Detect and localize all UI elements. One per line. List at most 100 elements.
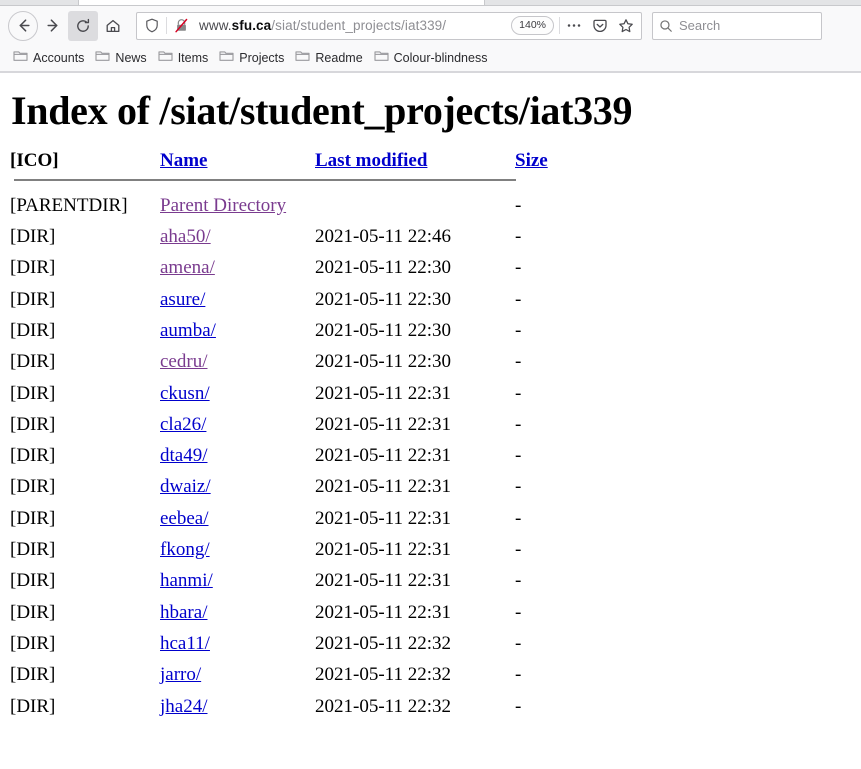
directory-link[interactable]: hbara/ <box>160 602 207 623</box>
directory-name-cell: hanmi/ <box>160 565 315 596</box>
urlbar-separator <box>166 17 167 34</box>
dir-icon-label: [DIR] <box>10 226 56 248</box>
table-row: [DIR] cla26/2021-05-11 22:31 - <box>10 409 555 440</box>
table-row: [DIR] ckusn/2021-05-11 22:31 - <box>10 378 555 409</box>
bookmark-accounts[interactable]: Accounts <box>10 47 90 69</box>
browser-tab-active[interactable] <box>78 0 485 5</box>
size-cell: - <box>515 351 522 373</box>
zoom-level-indicator[interactable]: 140% <box>511 16 554 35</box>
bookmark-label: News <box>115 51 147 65</box>
folder-icon <box>219 49 234 67</box>
directory-link[interactable]: aumba/ <box>160 320 216 341</box>
table-row: [DIR] jarro/2021-05-11 22:32 - <box>10 659 555 690</box>
directory-link[interactable]: cedru/ <box>160 351 207 372</box>
back-button[interactable] <box>8 10 38 41</box>
pocket-icon[interactable] <box>587 18 613 34</box>
bookmark-items[interactable]: Items <box>155 47 215 69</box>
dir-icon-label: [DIR] <box>10 570 56 592</box>
insecure-connection-icon[interactable] <box>168 18 194 33</box>
size-cell: - <box>515 570 522 592</box>
directory-link[interactable]: hca11/ <box>160 633 210 654</box>
table-row: [DIR] eebea/2021-05-11 22:31 - <box>10 503 555 534</box>
forward-button[interactable] <box>38 11 68 41</box>
directory-link[interactable]: cla26/ <box>160 414 206 435</box>
size-cell: - <box>515 632 522 654</box>
column-header-last-modified[interactable]: Last modified <box>315 150 515 176</box>
bookmark-colour-blindness[interactable]: Colour-blindness <box>371 47 494 69</box>
table-row: [PARENTDIR] Parent Directory - <box>10 190 555 221</box>
table-row: [DIR] dwaiz/2021-05-11 22:31 - <box>10 471 555 502</box>
directory-name-cell: Parent Directory <box>160 190 315 221</box>
page-actions-ellipsis-icon[interactable] <box>561 23 587 28</box>
address-bar[interactable]: www.sfu.ca/siat/student_projects/iat339/… <box>136 11 642 40</box>
bookmark-projects[interactable]: Projects <box>216 47 290 69</box>
directory-link[interactable]: asure/ <box>160 289 205 310</box>
column-header-size[interactable]: Size <box>515 150 555 176</box>
folder-icon <box>13 49 28 67</box>
last-modified-cell: 2021-05-11 22:32 <box>315 664 451 686</box>
directory-link[interactable]: hanmi/ <box>160 570 213 591</box>
bookmark-news[interactable]: News <box>92 47 152 69</box>
bookmark-label: Accounts <box>33 51 85 65</box>
size-cell: - <box>515 382 522 404</box>
last-modified-cell: 2021-05-11 22:32 <box>315 632 451 654</box>
navigation-toolbar: www.sfu.ca/siat/student_projects/iat339/… <box>0 6 861 45</box>
directory-link[interactable]: amena/ <box>160 257 215 278</box>
directory-name-cell: jha24/ <box>160 691 315 722</box>
bookmarks-toolbar: Accounts News Items Projects Readme Colo… <box>0 45 861 72</box>
directory-link[interactable]: jarro/ <box>160 664 201 685</box>
size-cell: - <box>515 476 522 498</box>
sort-by-name-link[interactable]: Name <box>160 150 207 171</box>
url-text[interactable]: www.sfu.ca/siat/student_projects/iat339/ <box>194 18 511 33</box>
star-icon[interactable] <box>613 18 639 34</box>
directory-name-cell: fkong/ <box>160 534 315 565</box>
folder-icon <box>95 49 110 67</box>
directory-name-cell: hca11/ <box>160 628 315 659</box>
reload-icon <box>75 18 91 34</box>
reload-button[interactable] <box>68 10 98 41</box>
directory-link[interactable]: aha50/ <box>160 226 211 247</box>
column-header-icon: [ICO] <box>10 149 59 171</box>
column-header-name[interactable]: Name <box>160 150 315 176</box>
directory-name-cell: cla26/ <box>160 409 315 440</box>
sort-by-date-link[interactable]: Last modified <box>315 150 427 171</box>
directory-link[interactable]: fkong/ <box>160 539 210 560</box>
folder-icon <box>158 49 173 67</box>
page-title: Index of /siat/student_projects/iat339 <box>11 88 633 133</box>
table-row: [DIR] fkong/2021-05-11 22:31 - <box>10 534 555 565</box>
search-bar[interactable]: Search <box>652 11 822 40</box>
home-button[interactable] <box>98 11 128 41</box>
horizontal-rule <box>14 178 516 181</box>
last-modified-cell: 2021-05-11 22:31 <box>315 445 451 467</box>
table-row: [DIR] aumba/2021-05-11 22:30 - <box>10 315 555 346</box>
size-cell: - <box>515 413 522 435</box>
dir-icon-label: [DIR] <box>10 288 56 310</box>
directory-link[interactable]: dta49/ <box>160 445 208 466</box>
bookmark-readme[interactable]: Readme <box>292 47 368 69</box>
directory-link[interactable]: eebea/ <box>160 508 209 529</box>
url-host: sfu.ca <box>231 18 272 33</box>
table-row: [DIR] asure/2021-05-11 22:30 - <box>10 284 555 315</box>
directory-name-cell: ckusn/ <box>160 378 315 409</box>
tab-strip <box>0 0 861 6</box>
search-input-placeholder[interactable]: Search <box>679 18 720 33</box>
folder-icon <box>295 49 310 67</box>
table-row: [DIR] hbara/2021-05-11 22:31 - <box>10 597 555 628</box>
dir-icon-label: [DIR] <box>10 257 56 279</box>
last-modified-cell: 2021-05-11 22:30 <box>315 351 451 373</box>
home-icon <box>105 18 121 34</box>
dir-icon-label: [DIR] <box>10 445 56 467</box>
directory-index-table: [ICO] Name Last modified Size [PARENTDIR… <box>10 150 555 722</box>
directory-link[interactable]: dwaiz/ <box>160 476 211 497</box>
table-row: [DIR] jha24/2021-05-11 22:32 - <box>10 691 555 722</box>
directory-link[interactable]: jha24/ <box>160 696 208 717</box>
sort-by-size-link[interactable]: Size <box>515 150 548 171</box>
dir-icon-label: [DIR] <box>10 601 56 623</box>
directory-link[interactable]: ckusn/ <box>160 383 210 404</box>
bookmark-label: Items <box>177 51 209 65</box>
directory-link[interactable]: Parent Directory <box>160 195 286 216</box>
browser-chrome: www.sfu.ca/siat/student_projects/iat339/… <box>0 0 861 73</box>
dir-icon-label: [DIR] <box>10 413 56 435</box>
size-cell: - <box>515 319 522 341</box>
tracking-protection-shield-icon[interactable] <box>139 18 165 33</box>
